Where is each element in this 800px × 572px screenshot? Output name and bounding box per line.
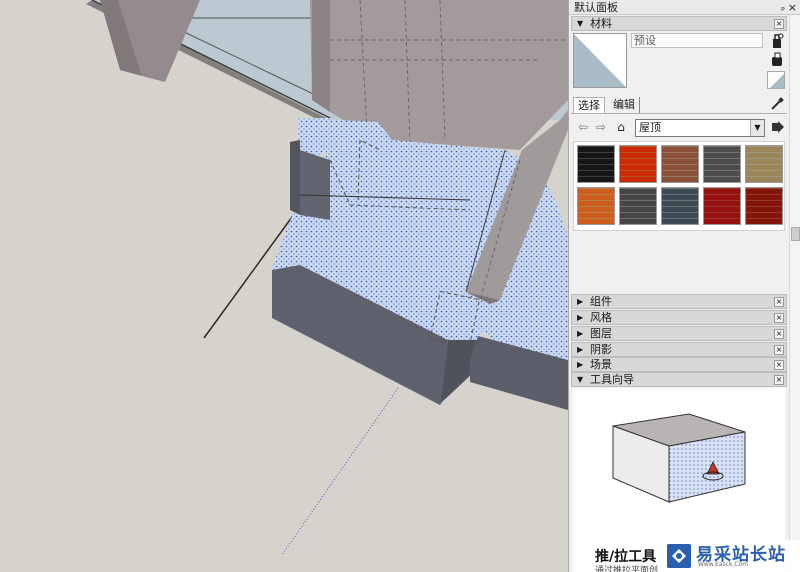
tray-close-icon[interactable]: × bbox=[788, 0, 797, 15]
close-icon[interactable]: × bbox=[774, 329, 784, 339]
material-swatch-grid bbox=[573, 141, 785, 231]
triangle-down-icon: ▼ bbox=[577, 375, 584, 384]
material-preview bbox=[573, 33, 627, 88]
triangle-down-icon: ▼ bbox=[577, 19, 584, 28]
panel-label: 工具向导 bbox=[590, 373, 634, 386]
details-arrow-icon[interactable] bbox=[771, 119, 785, 135]
eyedropper-icon[interactable] bbox=[769, 96, 785, 112]
library-dropdown[interactable]: 屋顶 ▼ bbox=[635, 119, 765, 137]
swatch-8[interactable] bbox=[703, 187, 741, 225]
library-nav-row: ⇦ ⇨ ⌂ 屋顶 ▼ bbox=[571, 117, 787, 139]
tab-select[interactable]: 选择 bbox=[573, 97, 605, 114]
panel-label: 风格 bbox=[590, 311, 612, 324]
swatch-3[interactable] bbox=[703, 145, 741, 183]
panel-label: 场景 bbox=[590, 358, 612, 371]
watermark-url: Www.Easck.Com bbox=[698, 561, 749, 568]
home-icon[interactable]: ⌂ bbox=[613, 119, 629, 135]
chevron-down-icon[interactable]: ▼ bbox=[750, 120, 764, 136]
shadows-panel-header[interactable]: ▶ 阴影 × bbox=[571, 342, 787, 357]
triangle-right-icon: ▶ bbox=[577, 313, 584, 322]
close-icon[interactable]: × bbox=[774, 375, 784, 385]
watermark: 易采站长站 Www.Easck.Com bbox=[664, 540, 800, 572]
scrollbar-thumb[interactable] bbox=[791, 227, 800, 241]
swatch-1[interactable] bbox=[619, 145, 657, 183]
swatch-6[interactable] bbox=[619, 187, 657, 225]
triangle-right-icon: ▶ bbox=[577, 329, 584, 338]
scene-drawing bbox=[0, 0, 568, 572]
default-tray: 默认面板 ₚ × ▼ 材料 × 预设 选择 编辑 ⇦ ⇨ ⌂ 屋顶 ▼ ▶ 组件… bbox=[568, 0, 800, 572]
swatch-5[interactable] bbox=[577, 187, 615, 225]
scenes-panel-header[interactable]: ▶ 场景 × bbox=[571, 357, 787, 372]
back-arrow-icon[interactable]: ⇦ bbox=[575, 119, 591, 135]
push-pull-illustration bbox=[612, 413, 746, 503]
swatch-9[interactable] bbox=[745, 187, 783, 225]
library-selected-value: 屋顶 bbox=[639, 121, 661, 134]
tray-title-label: 默认面板 bbox=[574, 1, 618, 14]
tray-title: 默认面板 ₚ × bbox=[569, 0, 800, 15]
sample-paint-icon[interactable] bbox=[769, 52, 785, 68]
swatch-2[interactable] bbox=[661, 145, 699, 183]
layers-panel-header[interactable]: ▶ 图层 × bbox=[571, 326, 787, 341]
close-icon[interactable]: × bbox=[774, 19, 784, 29]
triangle-right-icon: ▶ bbox=[577, 345, 584, 354]
instructor-panel-header[interactable]: ▼ 工具向导 × bbox=[571, 372, 787, 387]
default-material-swatch[interactable] bbox=[767, 71, 785, 89]
tray-scrollbar[interactable] bbox=[789, 15, 800, 572]
components-panel-header[interactable]: ▶ 组件 × bbox=[571, 294, 787, 309]
styles-panel-header[interactable]: ▶ 风格 × bbox=[571, 310, 787, 325]
triangle-right-icon: ▶ bbox=[577, 297, 584, 306]
triangle-right-icon: ▶ bbox=[577, 360, 584, 369]
close-icon[interactable]: × bbox=[774, 313, 784, 323]
site-logo-icon bbox=[667, 544, 691, 568]
swatch-0[interactable] bbox=[577, 145, 615, 183]
tab-edit[interactable]: 编辑 bbox=[609, 97, 640, 114]
swatch-7[interactable] bbox=[661, 187, 699, 225]
material-name-field[interactable]: 预设 bbox=[631, 33, 763, 48]
panel-label: 图层 bbox=[590, 327, 612, 340]
materials-panel-label: 材料 bbox=[590, 17, 612, 30]
create-material-icon[interactable] bbox=[769, 33, 785, 49]
modeling-viewport[interactable] bbox=[0, 0, 568, 572]
materials-panel-header[interactable]: ▼ 材料 × bbox=[571, 16, 787, 31]
close-icon[interactable]: × bbox=[774, 360, 784, 370]
pin-icon[interactable]: ₚ bbox=[781, 1, 785, 16]
forward-arrow-icon[interactable]: ⇨ bbox=[593, 119, 609, 135]
guide-subtitle: 通过推拉平面创 bbox=[595, 566, 659, 572]
swatch-4[interactable] bbox=[745, 145, 783, 183]
panel-label: 阴影 bbox=[590, 343, 612, 356]
close-icon[interactable]: × bbox=[774, 345, 784, 355]
close-icon[interactable]: × bbox=[774, 297, 784, 307]
panel-label: 组件 bbox=[590, 295, 612, 308]
